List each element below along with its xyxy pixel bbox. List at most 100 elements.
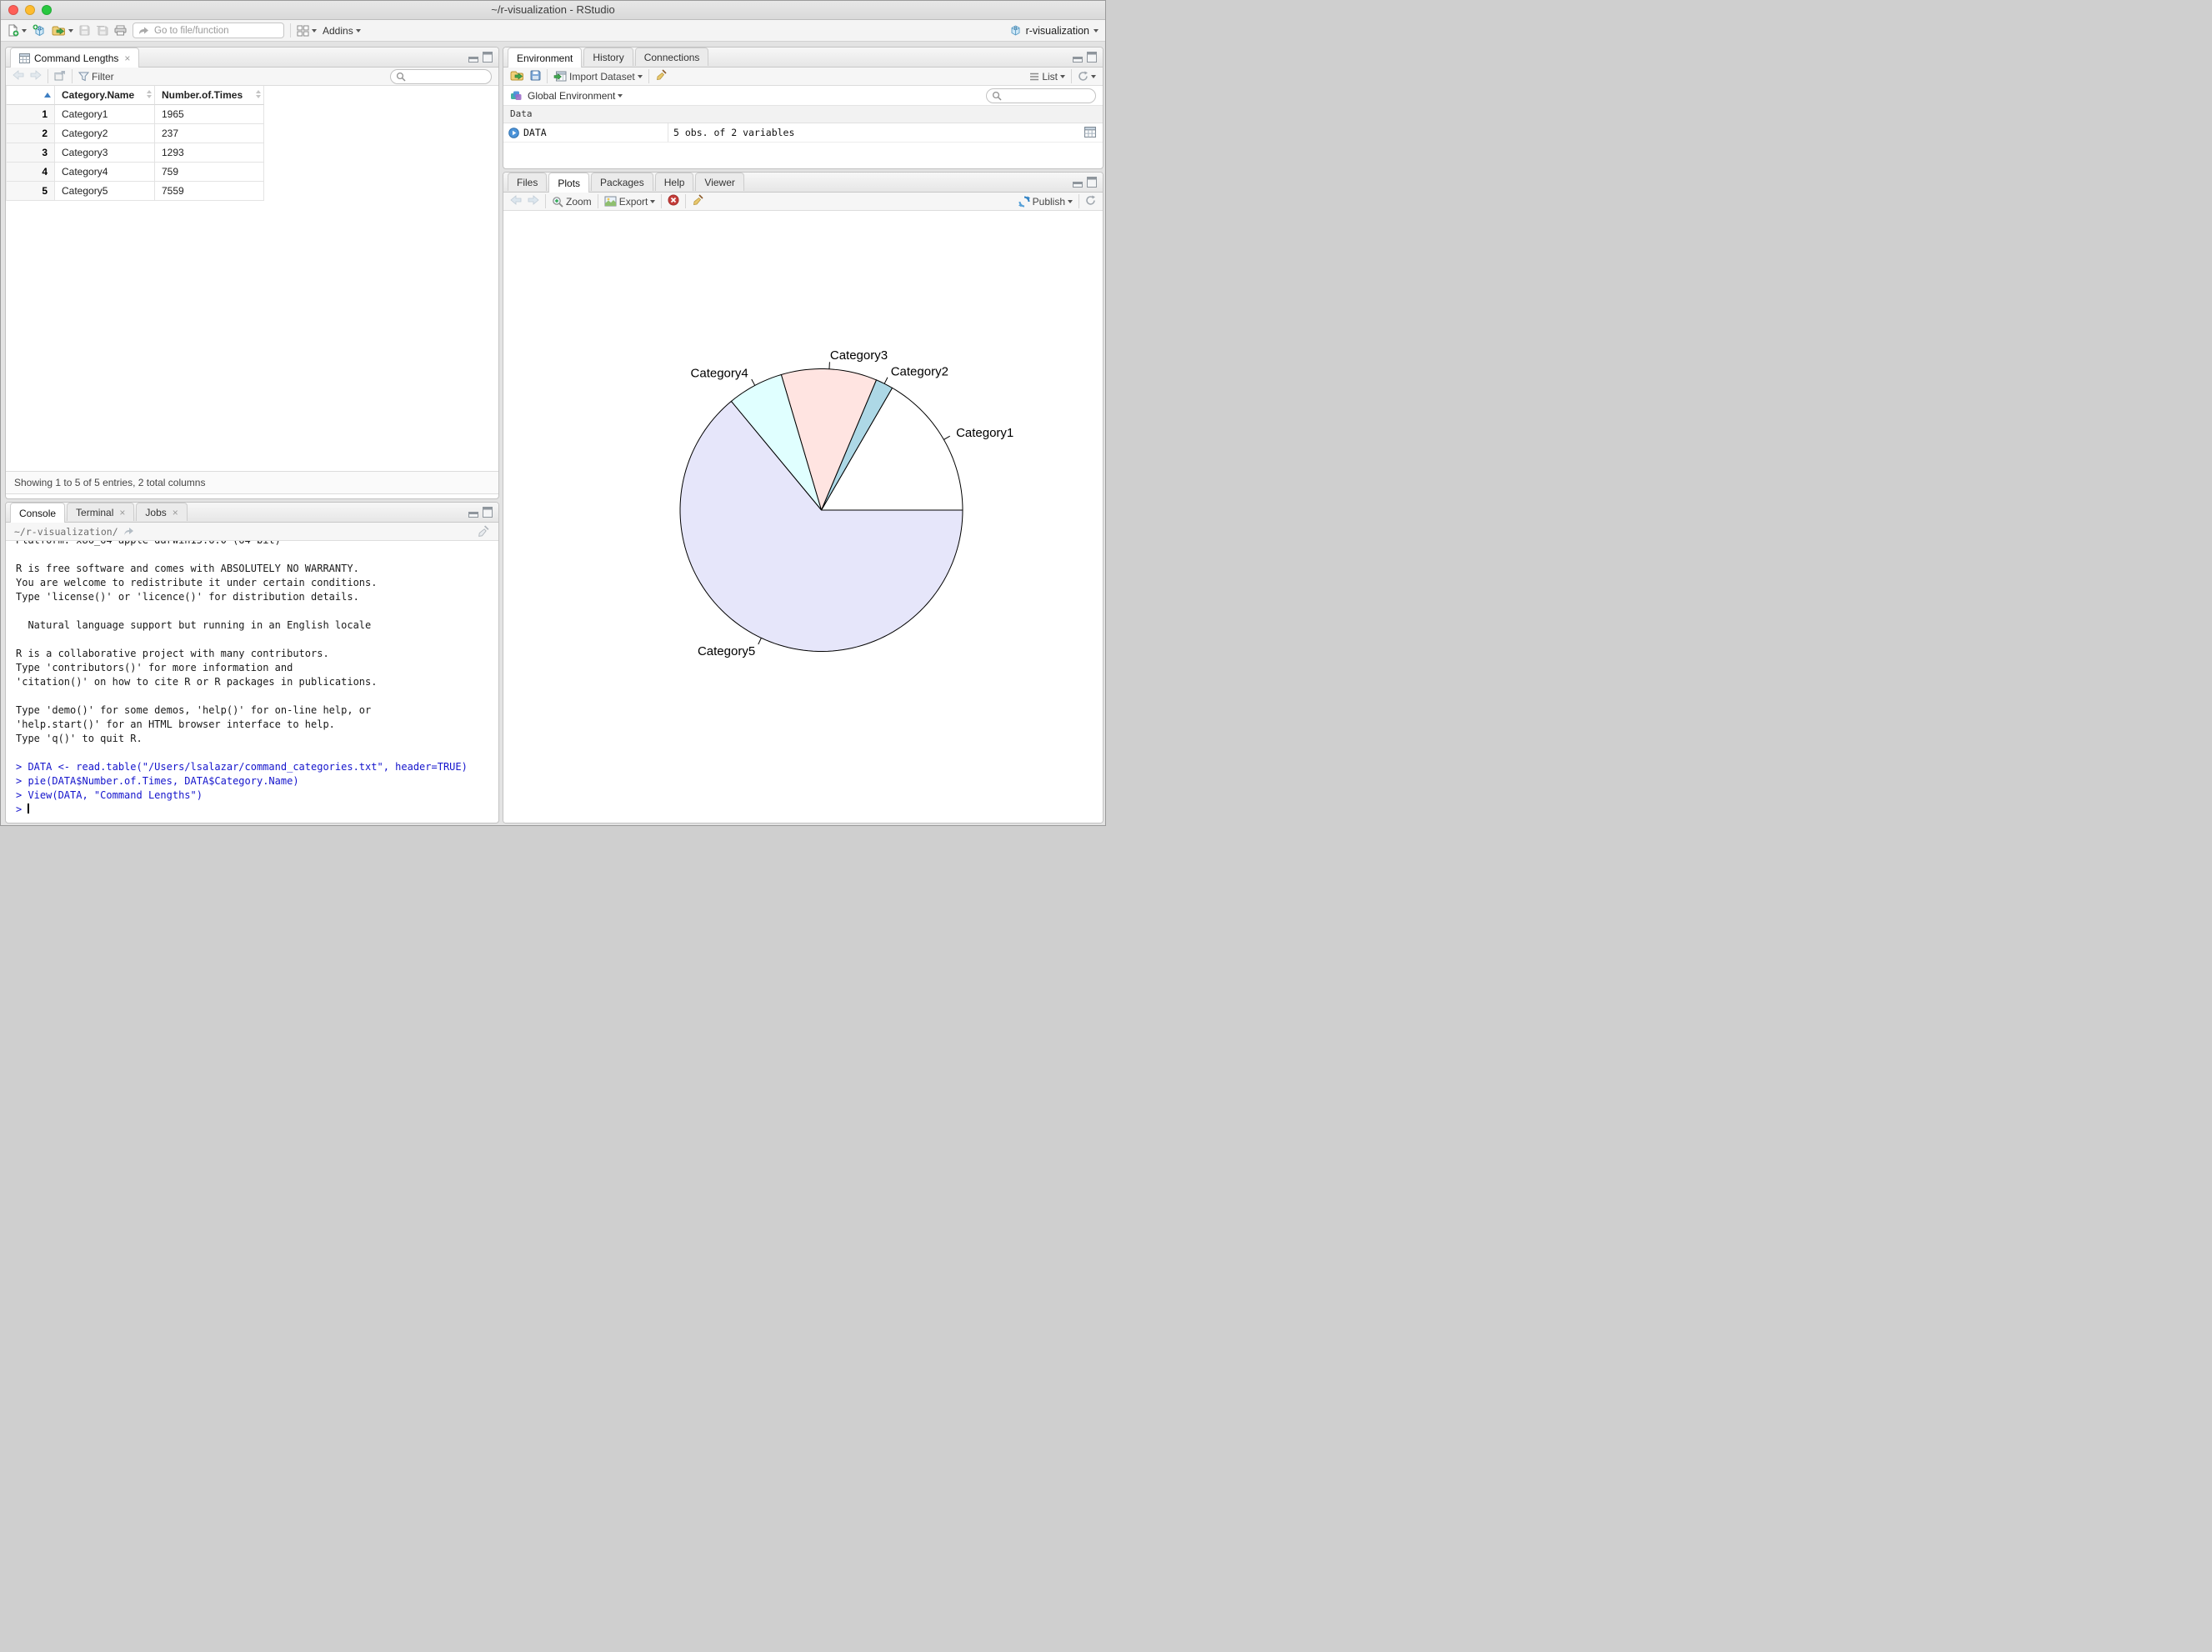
export-plot-button[interactable]: Export bbox=[604, 196, 656, 208]
environment-scope-row: Global Environment bbox=[503, 86, 1103, 106]
sort-ascending-icon bbox=[44, 93, 51, 98]
new-project-button[interactable]: R bbox=[33, 24, 46, 38]
tab-packages[interactable]: Packages bbox=[591, 173, 653, 191]
global-environment-icon bbox=[511, 91, 522, 100]
filter-button[interactable]: Filter bbox=[78, 71, 114, 83]
table-cell: 237 bbox=[155, 124, 264, 143]
new-file-button[interactable] bbox=[8, 24, 27, 37]
tab-environment[interactable]: Environment bbox=[508, 48, 583, 68]
previous-plot-button[interactable] bbox=[510, 195, 522, 208]
publish-button[interactable]: Publish bbox=[1018, 196, 1073, 208]
layout-grid-icon bbox=[297, 25, 309, 36]
plots-pane: Files Plots Packages Help Viewer Zoom Export bbox=[503, 172, 1103, 823]
tab-command-lengths[interactable]: Command Lengths × bbox=[10, 48, 140, 68]
console-input-line: > View(DATA, "Command Lengths") bbox=[16, 789, 203, 801]
list-icon bbox=[1030, 73, 1039, 80]
row-number-header[interactable] bbox=[6, 86, 55, 105]
addins-button[interactable]: Addins bbox=[323, 25, 361, 37]
caret-down-icon bbox=[68, 28, 73, 33]
minimize-pane-icon[interactable] bbox=[468, 57, 478, 63]
console-output-line: Type 'q()' to quit R. bbox=[16, 733, 143, 744]
save-all-button[interactable] bbox=[96, 25, 108, 37]
pie-slice-label: Category2 bbox=[891, 364, 948, 378]
import-dataset-button[interactable]: Import Dataset bbox=[553, 71, 643, 83]
next-plot-button[interactable] bbox=[528, 195, 539, 208]
project-menu-button[interactable]: R r-visualization bbox=[1009, 24, 1098, 37]
tab-jobs[interactable]: Jobs × bbox=[136, 503, 188, 521]
save-button[interactable] bbox=[79, 25, 90, 36]
table-row[interactable]: 5 Category5 7559 bbox=[6, 182, 498, 201]
clear-all-plots-button[interactable] bbox=[692, 193, 704, 209]
remove-plot-button[interactable] bbox=[668, 194, 679, 208]
column-header-number-of-times[interactable]: Number.of.Times bbox=[155, 86, 264, 105]
table-row[interactable]: 3 Category3 1293 bbox=[6, 143, 498, 163]
minimize-pane-icon[interactable] bbox=[1073, 182, 1083, 188]
tab-connections[interactable]: Connections bbox=[634, 48, 709, 66]
maximize-pane-icon[interactable] bbox=[1087, 177, 1097, 188]
maximize-pane-icon[interactable] bbox=[1087, 52, 1097, 63]
expand-object-icon[interactable] bbox=[508, 127, 519, 138]
close-tab-icon[interactable]: × bbox=[173, 507, 178, 518]
forward-button[interactable] bbox=[30, 70, 42, 83]
console-output-line: You are welcome to redistribute it under… bbox=[16, 577, 378, 588]
tab-label: Jobs bbox=[145, 506, 167, 518]
environment-search-input[interactable] bbox=[986, 88, 1096, 103]
tab-console[interactable]: Console bbox=[10, 503, 66, 523]
tab-plots[interactable]: Plots bbox=[548, 173, 590, 193]
text-cursor bbox=[28, 803, 29, 813]
environment-object-row[interactable]: DATA 5 obs. of 2 variables bbox=[503, 123, 1103, 143]
open-file-button[interactable] bbox=[52, 25, 73, 36]
tab-files[interactable]: Files bbox=[508, 173, 548, 191]
tab-help[interactable]: Help bbox=[654, 173, 694, 191]
console-output-line: 'citation()' on how to cite R or R packa… bbox=[16, 676, 378, 688]
refresh-plot-button[interactable] bbox=[1085, 195, 1096, 208]
import-dataset-label: Import Dataset bbox=[569, 70, 635, 83]
console-prompt[interactable]: > bbox=[16, 803, 498, 817]
close-tab-icon[interactable]: × bbox=[124, 53, 130, 64]
tab-history[interactable]: History bbox=[583, 48, 633, 66]
toolbar-divider bbox=[648, 69, 649, 83]
print-icon bbox=[114, 25, 127, 36]
load-workspace-button[interactable] bbox=[510, 70, 524, 83]
minimize-pane-icon[interactable] bbox=[1073, 57, 1083, 63]
table-row[interactable]: 1 Category1 1965 bbox=[6, 105, 498, 124]
goto-file-input[interactable]: Go to file/function bbox=[133, 23, 284, 38]
column-header-category-name[interactable]: Category.Name bbox=[55, 86, 155, 105]
environment-tab-strip: Environment History Connections bbox=[503, 48, 1103, 68]
clear-environment-button[interactable] bbox=[655, 68, 668, 84]
tab-terminal[interactable]: Terminal × bbox=[67, 503, 135, 521]
view-object-grid-icon[interactable] bbox=[1084, 127, 1096, 140]
goto-directory-icon[interactable] bbox=[123, 527, 134, 536]
back-button[interactable] bbox=[13, 70, 24, 83]
console-pane: Console Terminal × Jobs × ~/r-visualization/… bbox=[5, 502, 499, 823]
tab-label: Environment bbox=[517, 52, 573, 64]
popout-window-button[interactable] bbox=[54, 70, 66, 83]
print-button[interactable] bbox=[114, 25, 127, 36]
toolbar-divider bbox=[1071, 69, 1072, 83]
table-cell: Category2 bbox=[55, 124, 155, 143]
workspace-panes-button[interactable] bbox=[297, 25, 317, 37]
console-input-line: > DATA <- read.table("/Users/lsalazar/co… bbox=[16, 761, 468, 773]
minimize-pane-icon[interactable] bbox=[468, 512, 478, 518]
clear-console-broom-icon[interactable] bbox=[477, 524, 490, 538]
caret-down-icon bbox=[312, 28, 317, 33]
console-output[interactable]: Platform: x86_64-apple-darwin15.6.0 (64-… bbox=[6, 541, 498, 823]
table-cell: 4 bbox=[6, 163, 55, 182]
close-tab-icon[interactable]: × bbox=[119, 507, 125, 518]
maximize-pane-icon[interactable] bbox=[483, 52, 493, 63]
tab-viewer[interactable]: Viewer bbox=[695, 173, 744, 191]
environment-scope-button[interactable]: Global Environment bbox=[528, 90, 623, 102]
refresh-environment-button[interactable] bbox=[1078, 71, 1096, 82]
zoom-plot-button[interactable]: Zoom bbox=[552, 196, 592, 208]
console-output-line: Type 'contributors()' for more informati… bbox=[16, 662, 293, 673]
environment-view-mode-button[interactable]: List bbox=[1029, 71, 1065, 83]
toolbar-divider bbox=[685, 194, 687, 208]
viewer-search-input[interactable] bbox=[390, 68, 492, 84]
addins-label: Addins bbox=[323, 24, 353, 37]
console-tab-strip: Console Terminal × Jobs × bbox=[6, 503, 498, 523]
maximize-pane-icon[interactable] bbox=[483, 507, 493, 518]
table-row[interactable]: 4 Category4 759 bbox=[6, 163, 498, 182]
table-row[interactable]: 2 Category2 237 bbox=[6, 124, 498, 143]
save-workspace-button[interactable] bbox=[530, 70, 541, 83]
